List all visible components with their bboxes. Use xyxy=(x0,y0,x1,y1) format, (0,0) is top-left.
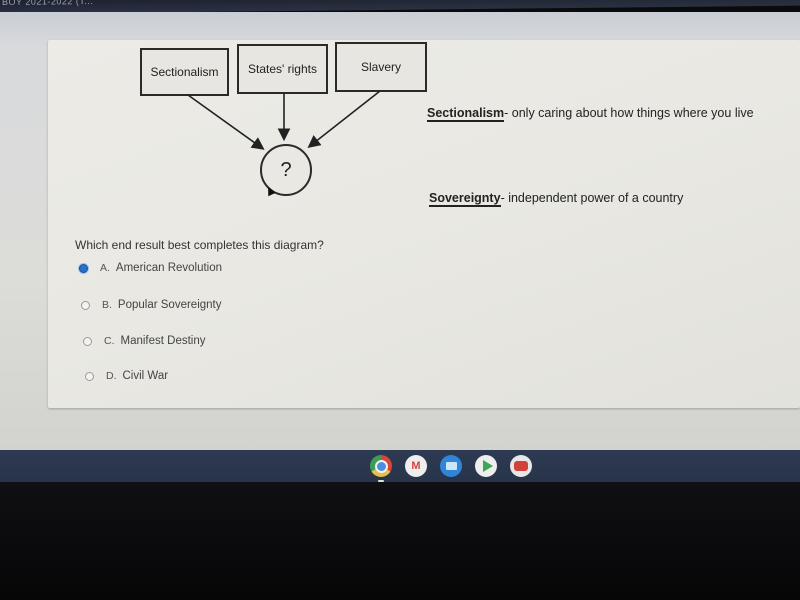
radio-button[interactable] xyxy=(81,300,90,310)
diagram-box-states-rights: States' rights xyxy=(237,44,328,94)
screen-bezel xyxy=(0,482,800,600)
radio-button-selected[interactable] xyxy=(79,263,88,273)
definition-sovereignty: Sovereignty- independent power of a coun… xyxy=(429,191,684,207)
question-prompt: Which end result best completes this dia… xyxy=(75,238,324,252)
option-letter: C. xyxy=(104,335,115,347)
radio-button[interactable] xyxy=(83,336,92,346)
window-title: BOY 2021-2022 (T... xyxy=(2,0,94,7)
screen: Sectionalism States' rights Slavery ? Se… xyxy=(0,12,800,452)
arrow-sectionalism xyxy=(187,94,265,150)
option-label[interactable]: Civil War xyxy=(123,370,169,382)
app-dock: M xyxy=(370,455,532,482)
question-card: Sectionalism States' rights Slavery ? Se… xyxy=(48,40,800,408)
gmail-icon[interactable]: M xyxy=(405,455,427,477)
definition-text: - independent power of a country xyxy=(500,191,684,205)
option-letter: D. xyxy=(106,370,117,382)
files-icon[interactable] xyxy=(440,455,462,477)
answer-option-a[interactable]: A. American Revolution xyxy=(79,262,222,274)
diagram-box-sectionalism: Sectionalism xyxy=(140,48,229,96)
definition-sectionalism: Sectionalism- only caring about how thin… xyxy=(427,106,754,122)
answer-option-b[interactable]: B. Popular Sovereignty xyxy=(81,299,221,311)
arrow-slavery xyxy=(307,90,381,148)
answer-option-c[interactable]: C. Manifest Destiny xyxy=(83,335,206,347)
play-store-icon[interactable] xyxy=(475,455,497,477)
option-letter: A. xyxy=(100,262,110,274)
option-label[interactable]: Popular Sovereignty xyxy=(118,299,222,311)
diagram-box-slavery: Slavery xyxy=(335,42,427,92)
option-label[interactable]: American Revolution xyxy=(116,262,222,274)
definition-term: Sovereignty xyxy=(429,191,501,207)
option-label[interactable]: Manifest Destiny xyxy=(121,335,206,347)
answer-option-d[interactable]: D. Civil War xyxy=(85,370,168,382)
definition-term: Sectionalism xyxy=(427,106,505,122)
radio-button[interactable] xyxy=(85,371,94,381)
option-letter: B. xyxy=(102,299,112,311)
youtube-icon[interactable] xyxy=(510,455,532,477)
definition-text: - only caring about how things where you… xyxy=(504,106,754,120)
chrome-icon[interactable] xyxy=(370,455,392,482)
